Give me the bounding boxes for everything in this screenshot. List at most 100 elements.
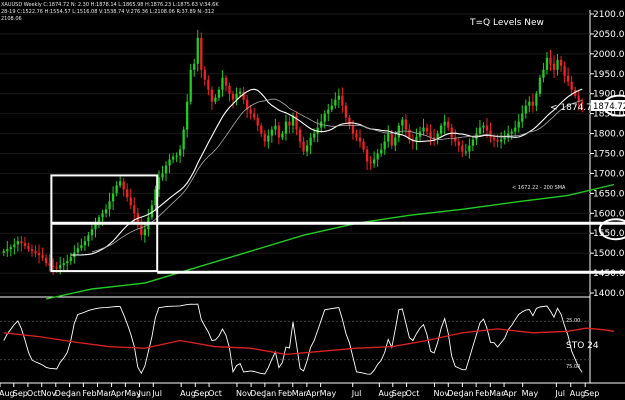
candle-body bbox=[298, 129, 302, 142]
candle-body bbox=[274, 125, 277, 130]
candle-body bbox=[563, 65, 566, 76]
y-tick-label: 1400.00 bbox=[593, 289, 625, 299]
candle-body bbox=[126, 189, 129, 198]
candle-body bbox=[104, 209, 108, 214]
price-marker-value: 1874.72 bbox=[593, 102, 625, 112]
candle-body bbox=[457, 141, 460, 146]
candle-body bbox=[499, 139, 503, 142]
candle-body bbox=[281, 133, 284, 138]
header-line-3: 2108.06 bbox=[1, 16, 22, 22]
candle-body bbox=[348, 117, 351, 126]
x-tick-label: Jul bbox=[151, 389, 162, 398]
candle-body bbox=[566, 75, 570, 82]
chart-title: T=Q Levels New bbox=[469, 18, 544, 28]
candle-body bbox=[161, 173, 164, 178]
candle-body bbox=[108, 201, 111, 210]
candle-body bbox=[305, 145, 309, 152]
candle-body bbox=[471, 139, 475, 146]
candle-body bbox=[122, 181, 125, 190]
candle-body bbox=[80, 245, 83, 249]
header-line-1: XAUUSD Weekly C:1874.72 N: 2.30 H:1878.1… bbox=[1, 2, 219, 8]
x-tick-label: Feb bbox=[82, 389, 96, 398]
candle-body bbox=[485, 125, 489, 131]
candle-body bbox=[365, 149, 369, 162]
candle-body bbox=[200, 37, 203, 70]
candle-body bbox=[362, 141, 365, 150]
price-marker-label: < 1874.72 bbox=[550, 103, 598, 113]
candle-body bbox=[288, 121, 291, 126]
candle-body bbox=[256, 117, 259, 126]
candle-body bbox=[168, 159, 171, 166]
candle-body bbox=[524, 105, 527, 114]
candle-body bbox=[129, 197, 132, 206]
candle-body bbox=[436, 133, 439, 139]
x-tick-label: May bbox=[522, 389, 539, 398]
candle-body bbox=[267, 135, 270, 142]
candle-body bbox=[143, 229, 147, 236]
candle-body bbox=[66, 261, 69, 264]
candle-body bbox=[203, 69, 206, 80]
candle-body bbox=[549, 57, 552, 64]
candle-body bbox=[249, 109, 252, 114]
candle-body bbox=[27, 245, 30, 250]
candle-body bbox=[101, 213, 104, 218]
candle-body bbox=[238, 91, 242, 94]
candle-body bbox=[133, 205, 136, 214]
candle-body bbox=[263, 133, 266, 142]
y-tick-label: 1500.00 bbox=[593, 249, 625, 259]
candle-body bbox=[309, 137, 312, 146]
candle-body bbox=[323, 113, 326, 122]
osc-upper-label: 25.00 bbox=[566, 318, 580, 324]
candle-body bbox=[514, 127, 517, 132]
candle-body bbox=[351, 125, 355, 134]
candle-body bbox=[13, 244, 16, 248]
candle-body bbox=[16, 241, 20, 245]
candle-body bbox=[327, 109, 330, 114]
candle-body bbox=[55, 267, 58, 269]
x-tick-label: Feb bbox=[278, 389, 292, 398]
candle-body bbox=[189, 69, 192, 102]
candle-body bbox=[140, 225, 143, 236]
candle-body bbox=[115, 185, 118, 194]
candle-body bbox=[270, 129, 273, 136]
price-axis-ticks: 2100.002050.002000.001950.001900.001850.… bbox=[590, 10, 625, 299]
x-tick-label: May bbox=[320, 389, 337, 398]
x-tick-label: Jun bbox=[137, 389, 151, 398]
candle-body bbox=[468, 145, 471, 152]
candle-body bbox=[496, 139, 499, 142]
candle-body bbox=[62, 263, 65, 266]
candle-body bbox=[228, 85, 231, 94]
candle-body bbox=[570, 81, 573, 90]
candle-body bbox=[556, 59, 559, 70]
osc-name-label: STO 24 bbox=[566, 341, 599, 351]
candle-body bbox=[447, 121, 450, 128]
candle-body bbox=[210, 89, 214, 102]
candle-body bbox=[6, 249, 9, 252]
candle-body bbox=[334, 99, 337, 106]
candle-body bbox=[214, 97, 217, 102]
sma-label: < 1672.22 - 200 SMA bbox=[512, 185, 566, 191]
candle-body bbox=[390, 133, 393, 146]
candle-body bbox=[517, 121, 520, 128]
candle-body bbox=[429, 131, 432, 138]
candle-body bbox=[171, 156, 175, 160]
candle-body bbox=[545, 57, 549, 70]
candle-body bbox=[90, 229, 94, 236]
candle-body bbox=[178, 149, 182, 156]
candle-body bbox=[164, 165, 168, 174]
candle-body bbox=[34, 251, 37, 254]
candle-body bbox=[175, 155, 178, 157]
candle-body bbox=[186, 101, 189, 130]
candle-body bbox=[111, 193, 115, 202]
price-chart[interactable]: XAUUSD Weekly C:1874.72 N: 2.30 H:1878.1… bbox=[0, 0, 625, 400]
candle-body bbox=[503, 137, 506, 140]
y-tick-label: 1450.00 bbox=[593, 269, 625, 279]
x-tick-label: Apr bbox=[306, 389, 321, 398]
candle-body bbox=[284, 121, 288, 134]
candle-body bbox=[196, 37, 199, 64]
candle-body bbox=[372, 159, 376, 164]
candle-body bbox=[87, 235, 90, 242]
x-tick-label: Apr bbox=[503, 389, 518, 398]
y-tick-label: 1650.00 bbox=[593, 189, 625, 199]
x-tick-label: Oct bbox=[27, 389, 41, 398]
